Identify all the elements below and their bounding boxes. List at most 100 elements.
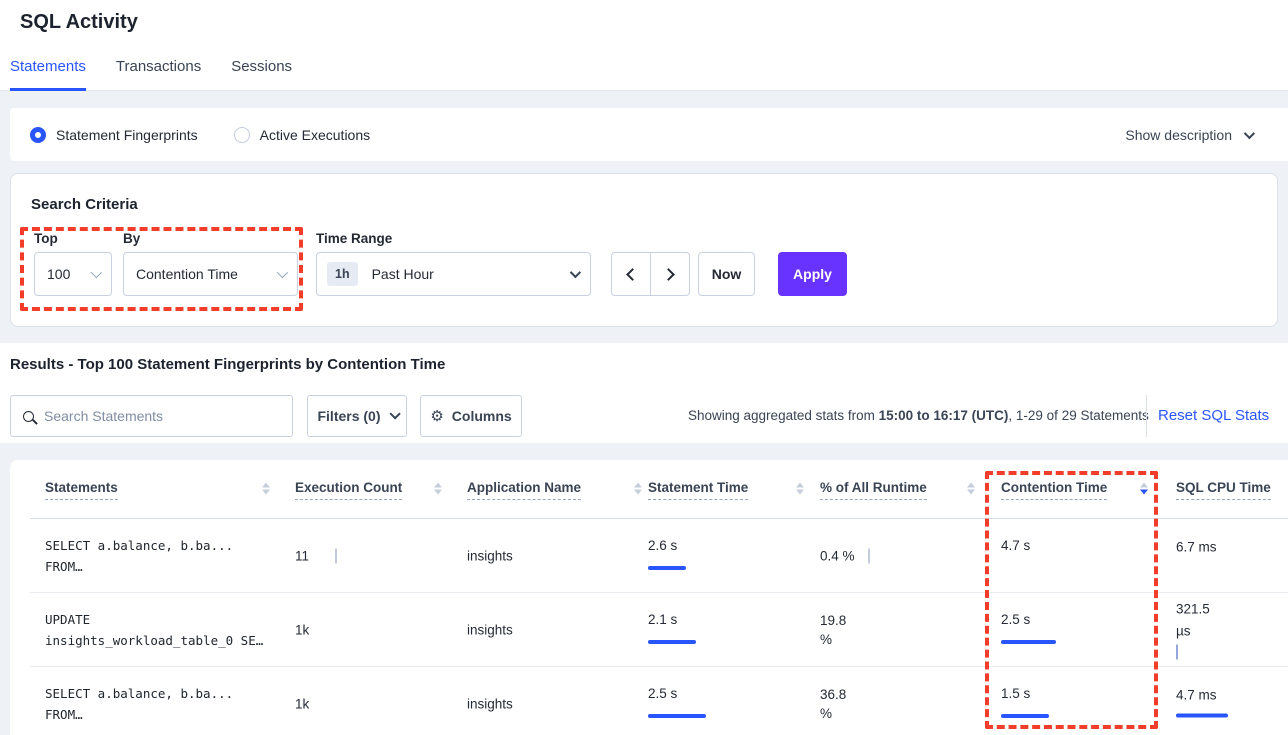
radio-unselected-icon	[234, 127, 250, 143]
contention-time-cell: 4.7 s	[1001, 538, 1030, 574]
statement-time-bar	[648, 561, 677, 574]
sort-icon[interactable]	[262, 482, 270, 495]
zero-bar-tick	[1176, 645, 1178, 660]
filters-button-label: Filters (0)	[317, 408, 380, 424]
pct-runtime-cell: 19.8%	[820, 611, 980, 649]
sql-activity-page: SQL Activity Statements Transactions Ses…	[0, 0, 1288, 735]
radio-selected-icon	[30, 127, 46, 143]
sort-icon[interactable]	[796, 482, 804, 495]
column-header-execution-count[interactable]: Execution Count	[295, 480, 402, 500]
radio-statement-fingerprints-label: Statement Fingerprints	[56, 127, 198, 143]
pct-runtime-cell: 36.8%	[820, 685, 982, 723]
statement-time-bar	[648, 635, 677, 648]
tab-statements[interactable]: Statements	[10, 58, 86, 91]
column-header-pct-of-runtime[interactable]: % of All Runtime	[820, 480, 927, 500]
statement-time-cell: 2.5 s	[648, 686, 677, 722]
statement-time-cell: 2.1 s	[648, 612, 677, 648]
search-icon	[23, 411, 34, 422]
summary-suffix: , 1-29 of 29 Statements	[1008, 408, 1148, 423]
chevron-left-icon	[626, 268, 639, 281]
sql-cpu-time-cell: 6.7 ms	[1176, 539, 1217, 574]
contention-time-cell: 2.5 s	[1001, 612, 1030, 648]
page-title: SQL Activity	[20, 11, 138, 34]
pct-runtime-bar	[868, 698, 982, 711]
table-row: UPDATEinsights_workload_table_0 SE… 1k i…	[10, 593, 1288, 667]
summary-time-range: 15:00 to 16:17 (UTC)	[879, 408, 1009, 423]
application-name-cell: insights	[467, 549, 513, 564]
chevron-down-icon	[1244, 127, 1255, 138]
tab-bar: Statements Transactions Sessions	[10, 58, 292, 91]
chevron-down-icon	[277, 267, 288, 278]
table-row: SELECT a.balance, b.ba...FROM… 1k insigh…	[10, 667, 1288, 735]
chevron-right-icon	[662, 268, 675, 281]
filters-button[interactable]: Filters (0)	[307, 395, 407, 437]
search-statements-box	[10, 395, 293, 437]
chevron-down-icon	[570, 267, 581, 278]
statement-fingerprint-link[interactable]: SELECT a.balance, b.ba...FROM…	[45, 683, 233, 725]
apply-button[interactable]: Apply	[778, 252, 847, 296]
time-range-badge: 1h	[327, 262, 358, 286]
tab-transactions[interactable]: Transactions	[116, 58, 201, 91]
by-select[interactable]: Contention Time	[123, 252, 298, 296]
radio-statement-fingerprints[interactable]: Statement Fingerprints	[30, 127, 198, 143]
application-name-cell: insights	[467, 623, 513, 638]
sql-cpu-time-bar	[1176, 709, 1217, 722]
reset-sql-stats-link[interactable]: Reset SQL Stats	[1158, 395, 1269, 437]
sort-icon-active-desc[interactable]	[1140, 482, 1148, 495]
time-range-value: Past Hour	[372, 266, 434, 282]
top-bar: SQL Activity Statements Transactions Ses…	[0, 0, 1288, 91]
now-button[interactable]: Now	[698, 252, 755, 296]
stats-summary: Showing aggregated stats from 15:00 to 1…	[688, 395, 1135, 437]
execution-count-bar	[335, 698, 447, 711]
summary-prefix: Showing aggregated stats from	[688, 408, 879, 423]
radio-active-executions[interactable]: Active Executions	[234, 127, 371, 143]
show-description-toggle[interactable]: Show description	[1125, 108, 1252, 161]
statement-fingerprint-link[interactable]: SELECT a.balance, b.ba...FROM…	[45, 535, 233, 577]
next-time-range-button[interactable]	[650, 252, 690, 296]
zero-bar-tick	[868, 549, 870, 564]
statements-table: Statements Execution Count Application N…	[10, 460, 1288, 735]
column-header-application-name[interactable]: Application Name	[467, 480, 581, 500]
execution-count-cell: 11	[295, 549, 337, 564]
sort-icon[interactable]	[967, 482, 975, 495]
vertical-divider	[1146, 395, 1147, 437]
gear-icon: ⚙	[430, 409, 443, 424]
pct-runtime-bar	[868, 624, 980, 637]
table-header-row: Statements Execution Count Application N…	[10, 460, 1288, 519]
prev-time-range-button[interactable]	[611, 252, 651, 296]
time-range-nav	[611, 252, 690, 296]
columns-button-label: Columns	[452, 408, 512, 424]
application-name-cell: insights	[467, 697, 513, 712]
top-select[interactable]: 100	[34, 252, 112, 296]
column-header-statements[interactable]: Statements	[45, 480, 118, 500]
columns-button[interactable]: ⚙ Columns	[420, 395, 522, 437]
top-label: Top	[34, 231, 58, 246]
search-criteria-card: Search Criteria Top 100 By Contention Ti…	[10, 173, 1278, 327]
time-range-label: Time Range	[316, 231, 392, 246]
column-header-statement-time[interactable]: Statement Time	[648, 480, 748, 500]
pct-runtime-cell: 0.4 %	[820, 547, 870, 566]
chevron-down-icon	[91, 267, 102, 278]
statement-time-cell: 2.6 s	[648, 538, 677, 574]
column-header-sql-cpu-time[interactable]: SQL CPU Time	[1176, 480, 1271, 500]
tab-sessions[interactable]: Sessions	[231, 58, 292, 91]
time-range-select[interactable]: 1h Past Hour	[316, 252, 591, 296]
execution-count-bar	[335, 624, 447, 637]
sort-icon[interactable]	[434, 482, 442, 495]
show-description-label: Show description	[1125, 127, 1232, 143]
statement-time-bar	[648, 709, 677, 722]
view-toggle-row: Statement Fingerprints Active Executions…	[10, 108, 1288, 161]
contention-time-bar	[1001, 635, 1030, 648]
zero-bar-tick	[335, 549, 337, 564]
sort-icon[interactable]	[634, 482, 642, 495]
time-range-content: 1h Past Hour	[327, 262, 434, 286]
contention-time-bar	[1001, 709, 1030, 722]
results-title: Results - Top 100 Statement Fingerprints…	[10, 356, 445, 373]
statement-fingerprint-link[interactable]: UPDATEinsights_workload_table_0 SE…	[45, 609, 263, 651]
column-header-contention-time[interactable]: Contention Time	[1001, 480, 1107, 500]
sql-cpu-time-bar	[1176, 561, 1217, 574]
sql-cpu-time-cell: 4.7 ms	[1176, 687, 1217, 722]
search-statements-input[interactable]	[44, 408, 264, 424]
contention-time-bar	[1001, 561, 1030, 574]
contention-time-cell: 1.5 s	[1001, 686, 1030, 722]
